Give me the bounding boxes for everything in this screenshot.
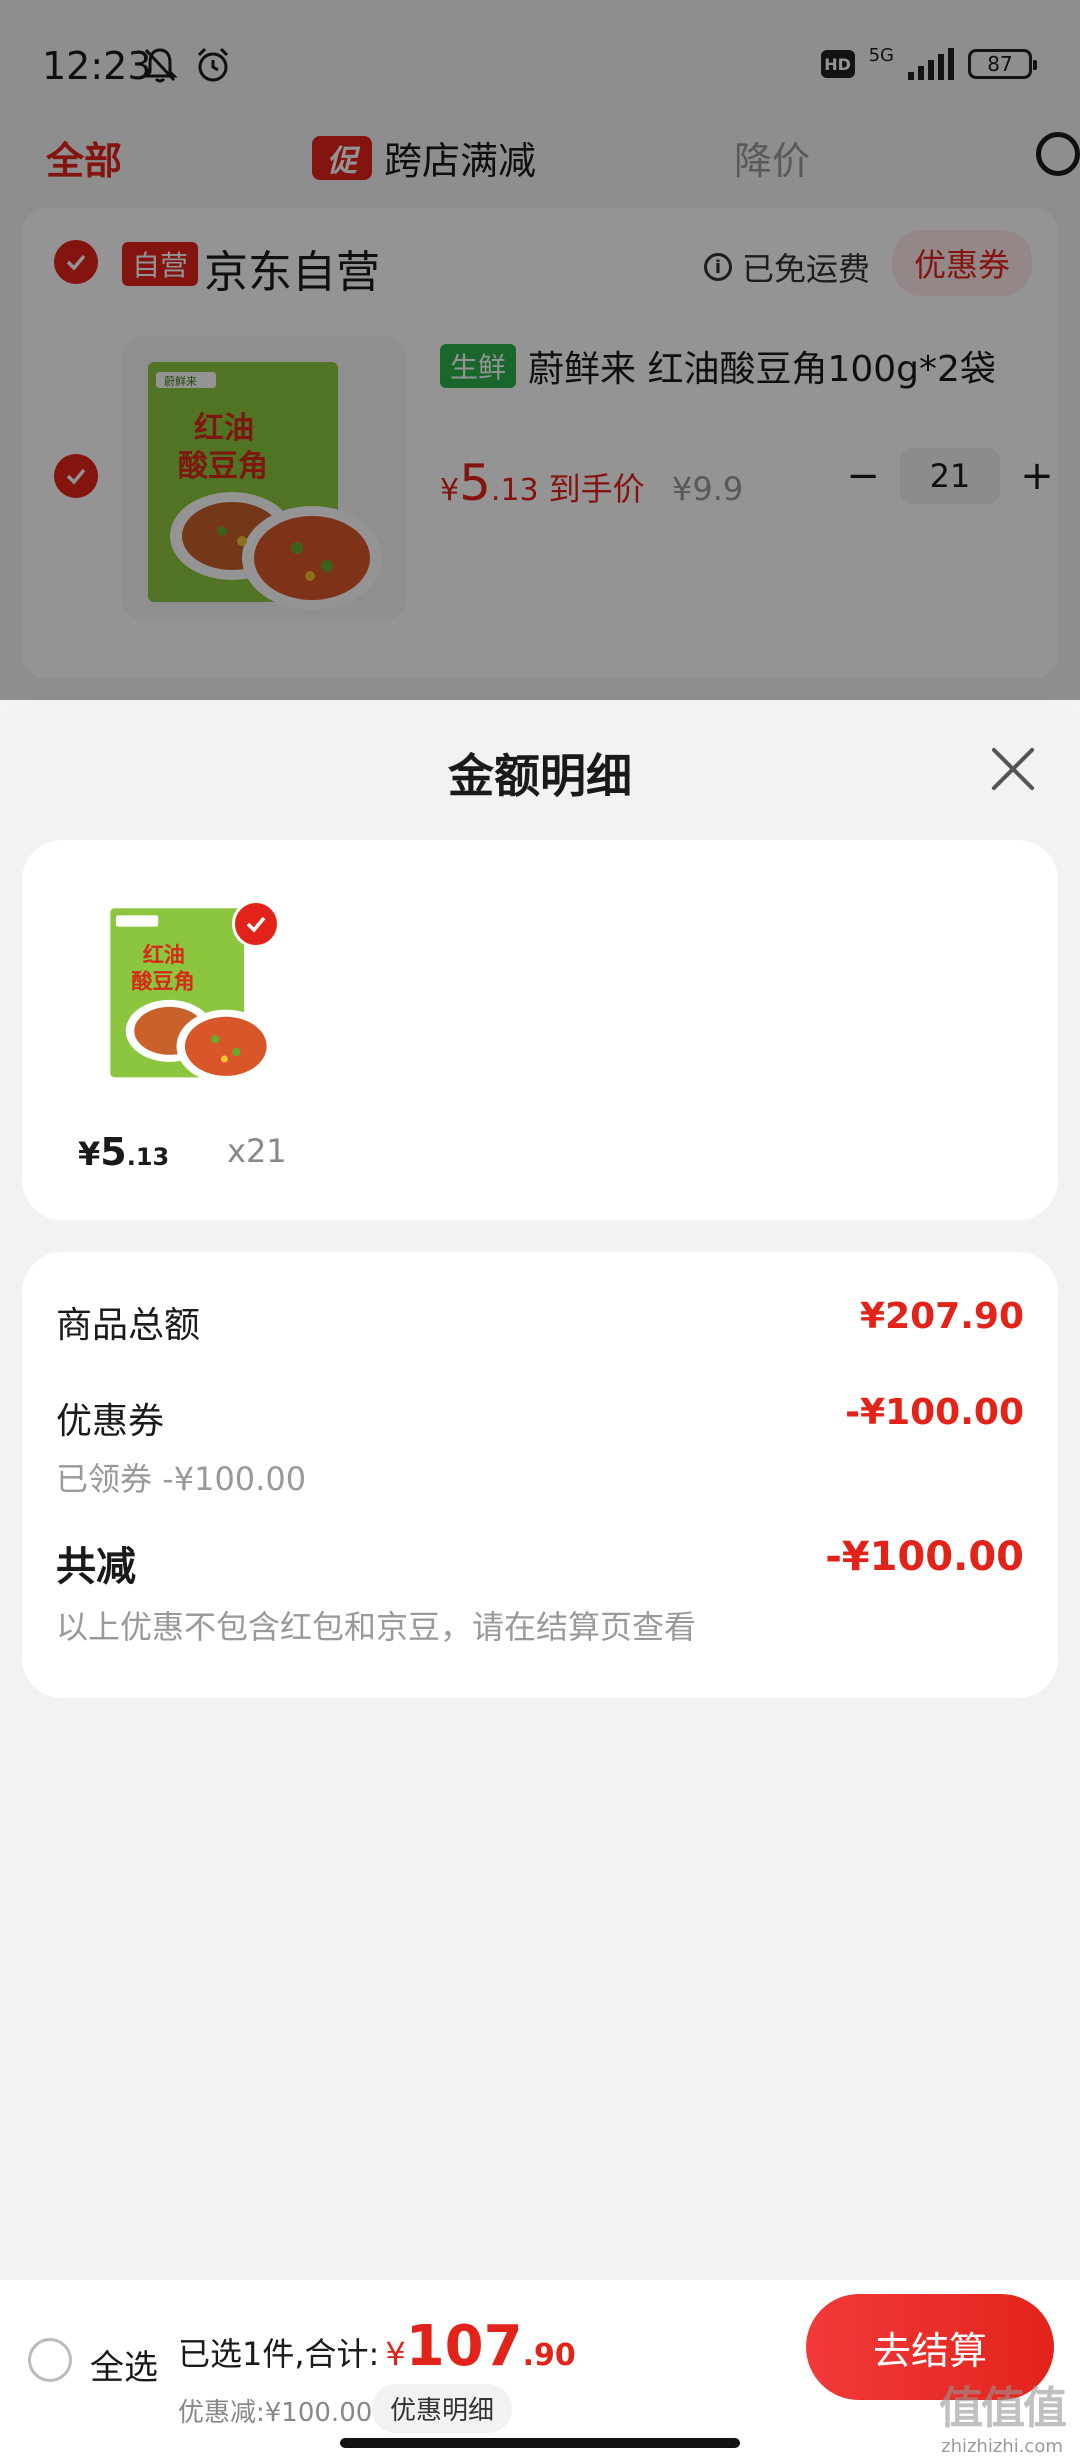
discount-detail-button[interactable]: 优惠明细: [372, 2384, 513, 2433]
discount-amount: 优惠减:¥100.00: [178, 2398, 373, 2428]
coupon-value: -¥100.00: [845, 1392, 1024, 1433]
subtotal-value: ¥207.90: [860, 1296, 1024, 1337]
watermark: 值值值 zhizhizhi.com: [932, 2372, 1072, 2457]
selected-summary: 已选1件,合计:: [178, 2335, 380, 2373]
price-decimal: .13: [126, 1143, 170, 1171]
svg-text:红油: 红油: [143, 942, 185, 967]
coupon-sub-text: 已领券 -¥100.00: [56, 1460, 307, 1498]
price-symbol: ¥: [385, 2335, 406, 2373]
goods-card: 红油 酸豆角 ¥ 5 .13 x21: [22, 840, 1058, 1220]
home-indicator[interactable]: [340, 2438, 740, 2448]
check-icon: [246, 916, 266, 933]
total-price: ¥ 107 .90: [379, 2314, 575, 2379]
goods-price: ¥ 5 .13: [78, 1130, 169, 1174]
price-integer: 5: [100, 1130, 127, 1174]
summary-line: 已选1件,合计: ¥ 107 .90: [178, 2314, 576, 2379]
coupon-label: 优惠券: [56, 1401, 165, 1442]
price-decimal: .90: [522, 2338, 576, 2373]
select-all-label[interactable]: 全选: [90, 2340, 158, 2389]
total-discount-value: -¥100.00: [825, 1534, 1024, 1580]
watermark-logo: 值值值: [939, 2383, 1067, 2434]
dim-overlay[interactable]: [0, 0, 1080, 700]
watermark-domain: zhizhizhi.com: [941, 2436, 1063, 2457]
price-integer: 107: [405, 2314, 523, 2379]
svg-text:酸豆角: 酸豆角: [131, 969, 194, 994]
amount-detail-sheet: 金额明细 红油 酸豆角 ¥ 5 .13 x21 商品总额 ¥207.90 优惠券…: [0, 700, 1080, 2280]
checkout-bar: 全选 已选1件,合计: ¥ 107 .90 优惠减:¥100.00 优惠明细 去…: [0, 2280, 1080, 2460]
amount-card: 商品总额 ¥207.90 优惠券 -¥100.00 已领券 -¥100.00 共…: [22, 1252, 1058, 1698]
goods-checked-badge: [232, 900, 280, 948]
sheet-title: 金额明细: [448, 749, 632, 803]
subtotal-label: 商品总额: [56, 1305, 201, 1346]
total-discount-label: 共减: [56, 1544, 136, 1590]
select-all-radio[interactable]: [28, 2338, 72, 2382]
close-icon[interactable]: [990, 746, 1036, 792]
discount-note: 以上优惠不包含红包和京豆，请在结算页查看: [56, 1608, 697, 1646]
price-symbol: ¥: [78, 1135, 101, 1173]
goods-quantity: x21: [227, 1132, 287, 1170]
